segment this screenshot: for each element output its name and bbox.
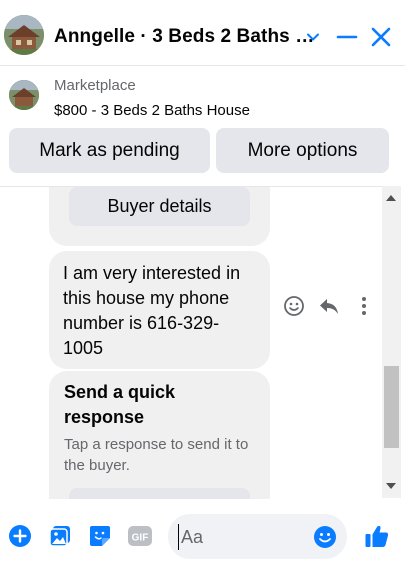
scroll-thumb[interactable] (384, 366, 399, 448)
svg-text:GIF: GIF (132, 533, 149, 544)
listing-title[interactable]: $800 - 3 Beds 2 Baths House (54, 102, 250, 119)
quick-response-title: Send a quick response (64, 382, 176, 427)
buyer-details-button[interactable]: Buyer details (69, 187, 250, 226)
message-text: I am very interested in this house my ph… (63, 263, 241, 358)
message-scrollbar[interactable] (382, 186, 401, 498)
listing-thumbnail[interactable] (9, 80, 39, 110)
react-emoji-icon[interactable] (280, 292, 308, 320)
mark-as-pending-button[interactable]: Mark as pending (9, 128, 210, 173)
quick-response-subtitle: Tap a response to send it to the buyer. (64, 436, 249, 474)
message-bubble[interactable]: I am very interested in this house my ph… (49, 251, 270, 369)
chevron-down-icon[interactable] (298, 22, 328, 52)
more-vertical-icon[interactable] (350, 292, 378, 320)
photo-icon[interactable] (47, 523, 73, 549)
minimize-icon[interactable] (332, 22, 362, 52)
buyer-details-bubble: Buyer details (49, 187, 270, 246)
avatar[interactable] (4, 15, 44, 55)
message-list[interactable]: Buyer details I am very interested in th… (0, 186, 382, 499)
sticker-icon[interactable] (87, 523, 113, 549)
chat-header: Anngelle · 3 Beds 2 Baths … (0, 0, 405, 66)
quick-response-card: Send a quick response Tap a response to … (49, 371, 270, 499)
emoji-icon[interactable] (312, 524, 338, 550)
quick-response-option[interactable] (69, 488, 250, 499)
scroll-up-arrow[interactable] (386, 195, 396, 201)
marketplace-label: Marketplace (54, 77, 136, 94)
message-input[interactable] (178, 524, 309, 550)
plus-icon[interactable] (7, 523, 33, 549)
reply-icon[interactable] (315, 292, 343, 320)
scroll-down-arrow[interactable] (386, 483, 396, 489)
message-input-container (168, 514, 347, 559)
thumbs-up-icon[interactable] (363, 522, 391, 550)
gif-icon[interactable]: GIF (127, 523, 153, 549)
chat-title[interactable]: Anngelle · 3 Beds 2 Baths … (54, 26, 314, 48)
more-options-button[interactable]: More options (216, 128, 389, 173)
close-icon[interactable] (366, 22, 396, 52)
